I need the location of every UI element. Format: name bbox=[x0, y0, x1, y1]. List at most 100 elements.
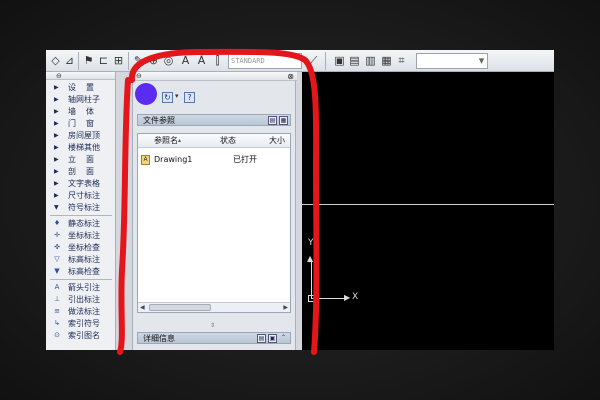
menu-item-text-tables[interactable]: ▶ 文字表格 bbox=[46, 178, 116, 189]
tool-index-symbol[interactable]: ↳ 索引符号 bbox=[46, 318, 116, 329]
leader-icon: ⊥ bbox=[53, 295, 61, 303]
menu-item-elevation[interactable]: ▶ 立 面 bbox=[46, 154, 116, 165]
elevation-check-icon: ▼ bbox=[54, 267, 60, 275]
index-symbol-icon: ↳ bbox=[54, 319, 60, 327]
tool-arrow-leader[interactable]: A 箭头引注 bbox=[46, 282, 116, 293]
sort-arrow-icon: ▴ bbox=[178, 137, 182, 144]
tool-coordinate-annotation[interactable]: ✛ 坐标标注 bbox=[46, 230, 116, 241]
target-icon[interactable]: ◎ bbox=[161, 53, 176, 68]
toolbar-divider bbox=[78, 52, 79, 70]
expand-arrow-icon: ▶ bbox=[54, 156, 59, 163]
wall-icon[interactable]: ⫿ bbox=[210, 53, 225, 68]
tool-leader-annotation[interactable]: ⊥ 引出标注 bbox=[46, 294, 116, 305]
expand-arrow-icon: ▶ bbox=[54, 108, 59, 115]
layer-state-icon[interactable]: ▥ bbox=[363, 53, 378, 68]
menu-item-rooms-roofs[interactable]: ▶ 房间屋顶 bbox=[46, 130, 116, 141]
tool-elevation-annotation[interactable]: ▽ 标高标注 bbox=[46, 254, 116, 265]
tool-elevation-check[interactable]: ▼ 标高检查 bbox=[46, 266, 116, 277]
chevron-down-icon[interactable]: ▾ bbox=[175, 92, 179, 100]
layer-lock-icon[interactable]: ⌗ bbox=[394, 53, 409, 68]
horizontal-scrollbar[interactable]: ◀ ▶ bbox=[138, 302, 290, 312]
layer-icon[interactable]: ▣ bbox=[332, 53, 347, 68]
eraser-icon[interactable]: ⊿ bbox=[62, 53, 77, 68]
ucs-y-label: Y bbox=[308, 238, 314, 248]
menu-item-section[interactable]: ▶ 剖 面 bbox=[46, 166, 116, 177]
menu-item-axis-columns[interactable]: ▶ 轴网柱子 bbox=[46, 94, 116, 105]
layer-freeze-icon[interactable]: ▦ bbox=[379, 53, 394, 68]
text-style-icon[interactable]: Ā bbox=[194, 53, 209, 68]
expand-arrow-icon: ▶ bbox=[54, 96, 59, 103]
tree-view-icon[interactable]: ▦ bbox=[279, 116, 288, 125]
file-panel-titlebar[interactable]: ⊖ ⊗ bbox=[133, 72, 297, 81]
pen-icon[interactable]: ✎ bbox=[131, 53, 146, 68]
dimension-icon[interactable]: Ā bbox=[178, 53, 193, 68]
list-header: 参照名 ▴ 状态 大小 bbox=[138, 134, 290, 148]
file-reference-panel: ⊖ ⊗ ↻ ▾ ? 文件参照 ▤ ▦ 参照名 ▴ 状态 大小 A Drawing… bbox=[132, 72, 297, 350]
ucs-x-arrow-icon: ▶ bbox=[344, 293, 351, 302]
cad-window: ◇ ⊿ ⚑ ⊏ ⊞ ✎ ⊕ ◎ Ā Ā ⫿ STANDARD ⟋ ▣ ▤ ▥ ▦… bbox=[46, 50, 554, 350]
tool-coordinate-check[interactable]: ✜ 坐标检查 bbox=[46, 242, 116, 253]
index-name-icon: ⊙ bbox=[54, 331, 60, 339]
toolbar-divider bbox=[128, 52, 129, 70]
scrollbar-thumb[interactable] bbox=[149, 304, 211, 311]
menu-item-stairs-other[interactable]: ▶ 楼梯其他 bbox=[46, 142, 116, 153]
list-view-icon[interactable]: ▤ bbox=[268, 116, 277, 125]
tool-divider bbox=[50, 215, 112, 216]
ucs-origin-icon bbox=[308, 295, 315, 302]
list-item[interactable]: A Drawing1 已打开 bbox=[138, 154, 290, 166]
section-header-file-references[interactable]: 文件参照 ▤ ▦ bbox=[137, 114, 291, 126]
expand-arrow-icon: ▶ bbox=[54, 180, 59, 187]
help-icon[interactable]: ? bbox=[184, 92, 195, 103]
tool-panel-titlebar[interactable]: ⊖ bbox=[46, 72, 115, 80]
expand-arrow-icon: ▶ bbox=[54, 84, 59, 91]
drawing-line bbox=[302, 204, 554, 205]
pin-icon: ♦ bbox=[53, 219, 61, 227]
ucs-y-axis bbox=[311, 260, 312, 298]
menu-item-settings[interactable]: ▶ 设 置 bbox=[46, 82, 116, 93]
elevation-icon: ▽ bbox=[54, 255, 60, 263]
column-header-status[interactable]: 状态 bbox=[220, 134, 236, 148]
details-icon[interactable]: ▤ bbox=[257, 334, 266, 343]
close-icon[interactable]: ⊗ bbox=[287, 72, 294, 81]
crosshair-icon: ✛ bbox=[54, 231, 60, 239]
tool-static-annotation[interactable]: ♦ 静态标注 bbox=[46, 218, 116, 229]
toolbar: ◇ ⊿ ⚑ ⊏ ⊞ ✎ ⊕ ◎ Ā Ā ⫿ STANDARD ⟋ ▣ ▤ ▥ ▦… bbox=[46, 50, 554, 72]
column-header-size[interactable]: 大小 bbox=[269, 134, 285, 148]
text-style-select[interactable]: STANDARD bbox=[228, 53, 302, 69]
scroll-left-icon[interactable]: ◀ bbox=[140, 303, 145, 313]
draw-icon[interactable]: ◇ bbox=[48, 53, 63, 68]
expand-arrow-icon: ▶ bbox=[54, 144, 59, 151]
menu-item-doors-windows[interactable]: ▶ 门 窗 bbox=[46, 118, 116, 129]
collapse-arrow-icon: ▼ bbox=[54, 204, 59, 211]
ucs-x-axis bbox=[311, 298, 347, 299]
tool-panel: ⊖ ▶ 设 置 ▶ 轴网柱子 ▶ 墙 体 ▶ 门 窗 ▶ 房间屋顶 ▶ 楼梯其他 ▶ 立 面 … bbox=[46, 72, 116, 350]
splitter-grip-icon[interactable]: ⇕ bbox=[210, 322, 215, 329]
edit-style-icon[interactable]: ⟋ bbox=[306, 53, 321, 68]
flag-icon[interactable]: ⚑ bbox=[81, 53, 96, 68]
collapse-icon[interactable]: ⊖ bbox=[136, 72, 142, 81]
menu-item-dimensions[interactable]: ▶ 尺寸标注 bbox=[46, 190, 116, 201]
chevron-down-icon[interactable]: ▾ bbox=[474, 53, 489, 68]
expand-arrow-icon: ▶ bbox=[54, 132, 59, 139]
file-reference-list: 参照名 ▴ 状态 大小 A Drawing1 已打开 ◀ ▶ bbox=[137, 133, 291, 313]
tool-index-drawing-name[interactable]: ⊙ 索引图名 bbox=[46, 330, 116, 341]
window-icon[interactable]: ⊏ bbox=[96, 53, 111, 68]
grid-icon[interactable]: ⊞ bbox=[111, 53, 126, 68]
section-header-details[interactable]: 详细信息 ▤ ▣ ⌃ bbox=[137, 332, 291, 344]
menu-item-symbol-annotation[interactable]: ▼ 符号标注 bbox=[46, 202, 116, 213]
tool-method-annotation[interactable]: ≡ 做法标注 bbox=[46, 306, 116, 317]
menu-item-walls[interactable]: ▶ 墙 体 bbox=[46, 106, 116, 117]
expand-arrow-icon: ▶ bbox=[54, 168, 59, 175]
column-header-reference-name[interactable]: 参照名 bbox=[154, 134, 178, 148]
refresh-icon[interactable]: ↻ bbox=[162, 92, 173, 103]
tool-divider bbox=[50, 279, 112, 280]
zoom-icon[interactable]: ⊕ bbox=[146, 53, 161, 68]
drawing-canvas[interactable]: Y ▲ ▶ X bbox=[302, 72, 554, 350]
scroll-right-icon[interactable]: ▶ bbox=[283, 303, 288, 313]
crosshair-check-icon: ✜ bbox=[54, 243, 60, 251]
layer-prop-icon[interactable]: ▤ bbox=[347, 53, 362, 68]
collapse-up-icon[interactable]: ⌃ bbox=[279, 334, 288, 343]
expand-arrow-icon: ▶ bbox=[54, 120, 59, 127]
preview-icon[interactable]: ▣ bbox=[268, 334, 277, 343]
ucs-x-label: X bbox=[352, 292, 359, 302]
